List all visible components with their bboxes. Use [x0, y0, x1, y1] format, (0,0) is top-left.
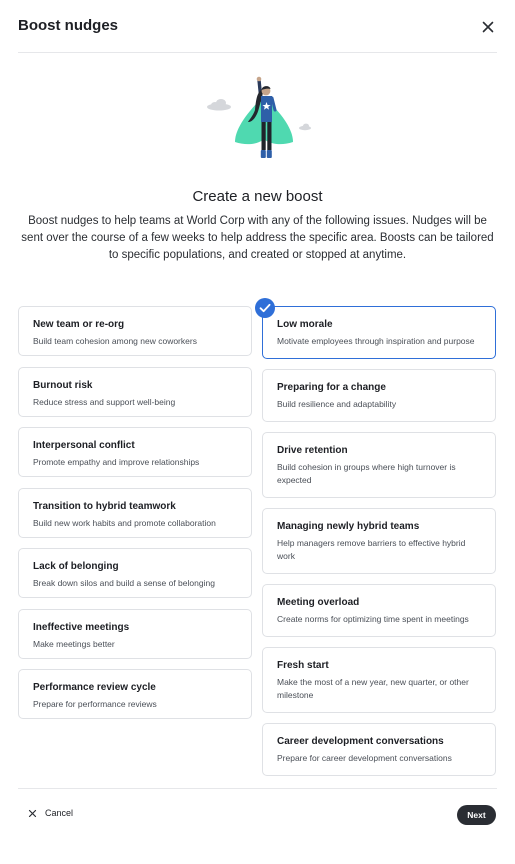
- option-subtitle: Motivate employees through inspiration a…: [277, 336, 475, 346]
- option-card[interactable]: Managing newly hybrid teams Help manager…: [262, 508, 496, 574]
- option-card-selected[interactable]: Low morale Motivate employees through in…: [262, 306, 496, 359]
- header-divider: [18, 52, 497, 53]
- option-subtitle: Build cohesion in groups where high turn…: [277, 462, 456, 485]
- option-card[interactable]: Performance review cycle Prepare for per…: [18, 669, 252, 719]
- option-subtitle: Prepare for performance reviews: [33, 699, 157, 709]
- option-title: Ineffective meetings: [33, 621, 130, 633]
- option-card[interactable]: Drive retention Build cohesion in groups…: [262, 432, 496, 498]
- modal-title: Boost nudges: [18, 17, 118, 34]
- option-card[interactable]: Career development conversations Prepare…: [262, 723, 496, 776]
- option-title: Low morale: [277, 319, 333, 330]
- option-title: Transition to hybrid teamwork: [33, 500, 176, 512]
- option-subtitle: Help managers remove barriers to effecti…: [277, 538, 466, 561]
- option-title: Interpersonal conflict: [33, 440, 135, 451]
- option-title: Burnout risk: [33, 379, 93, 391]
- option-card[interactable]: Transition to hybrid teamwork Build new …: [18, 487, 252, 538]
- option-subtitle: Build resilience and adaptability: [277, 399, 397, 409]
- option-subtitle: Build team cohesion among new coworkers: [33, 336, 197, 346]
- cloud-icon: [207, 99, 231, 111]
- option-subtitle: Create norms for optimizing time spent i…: [277, 614, 469, 624]
- option-subtitle: Reduce stress and support well-being: [33, 396, 176, 407]
- option-title: Career development conversations: [277, 736, 444, 747]
- option-title: Preparing for a change: [277, 382, 386, 393]
- cloud-icon: [299, 123, 311, 131]
- option-subtitle: Promote empathy and improve relationship…: [33, 457, 200, 467]
- option-title: Managing newly hybrid teams: [277, 521, 420, 532]
- close-button[interactable]: [478, 17, 498, 37]
- option-subtitle: Build new work habits and promote collab…: [33, 517, 216, 528]
- option-card[interactable]: Fresh start Make the most of a new year,…: [262, 647, 496, 713]
- option-card[interactable]: Lack of belonging Break down silos and b…: [18, 548, 252, 598]
- option-title: Lack of belonging: [33, 561, 119, 572]
- footer-divider: [18, 788, 497, 789]
- option-card[interactable]: Meeting overload Create norms for optimi…: [262, 584, 496, 637]
- option-card[interactable]: New team or re-org Build team cohesion a…: [18, 306, 252, 356]
- next-button[interactable]: Next: [457, 805, 496, 825]
- option-card[interactable]: Ineffective meetings Make meetings bette…: [18, 608, 252, 659]
- option-subtitle: Prepare for career development conversat…: [277, 753, 452, 763]
- option-subtitle: Make the most of a new year, new quarter…: [277, 677, 469, 700]
- cancel-label: Cancel: [45, 808, 74, 818]
- option-subtitle: Make meetings better: [33, 638, 115, 649]
- option-title: Drive retention: [277, 445, 348, 456]
- option-subtitle: Break down silos and build a sense of be…: [33, 578, 215, 588]
- section-heading: Create a new boost: [192, 188, 323, 205]
- modal-header: Boost nudges: [0, 0, 515, 53]
- section-description: Boost nudges to help teams at World Corp…: [21, 215, 494, 261]
- cancel-button[interactable]: Cancel: [28, 808, 73, 818]
- option-title: Meeting overload: [277, 597, 360, 608]
- option-card[interactable]: Interpersonal conflict Promote empathy a…: [18, 427, 252, 477]
- close-icon: [28, 809, 37, 817]
- close-icon: [482, 21, 494, 33]
- option-title: Performance review cycle: [33, 682, 156, 693]
- superhero-illustration: [207, 76, 311, 158]
- options-column-right: Low morale Motivate employees through in…: [262, 306, 496, 786]
- option-title: Fresh start: [277, 660, 329, 671]
- option-title: New team or re-org: [33, 319, 125, 330]
- selected-check-badge: [255, 298, 275, 318]
- option-card[interactable]: Burnout risk Reduce stress and support w…: [18, 366, 252, 417]
- option-card[interactable]: Preparing for a change Build resilience …: [262, 369, 496, 422]
- options-column-left: New team or re-org Build team cohesion a…: [18, 306, 252, 730]
- check-icon: [259, 303, 271, 313]
